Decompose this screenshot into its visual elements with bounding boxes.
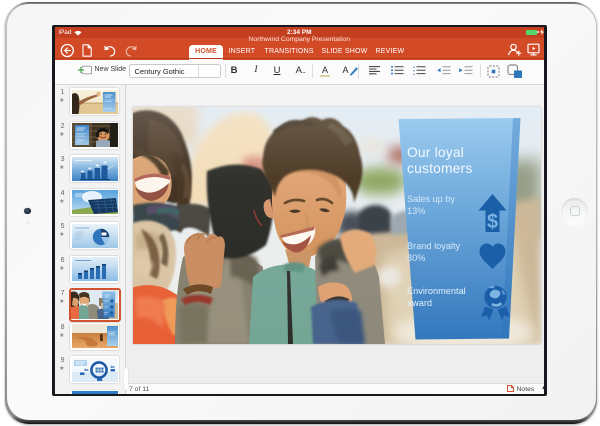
svg-text:$: $ <box>487 211 498 233</box>
svg-text:1a: 1a <box>110 364 115 369</box>
svg-text:4a: 4a <box>84 367 89 372</box>
